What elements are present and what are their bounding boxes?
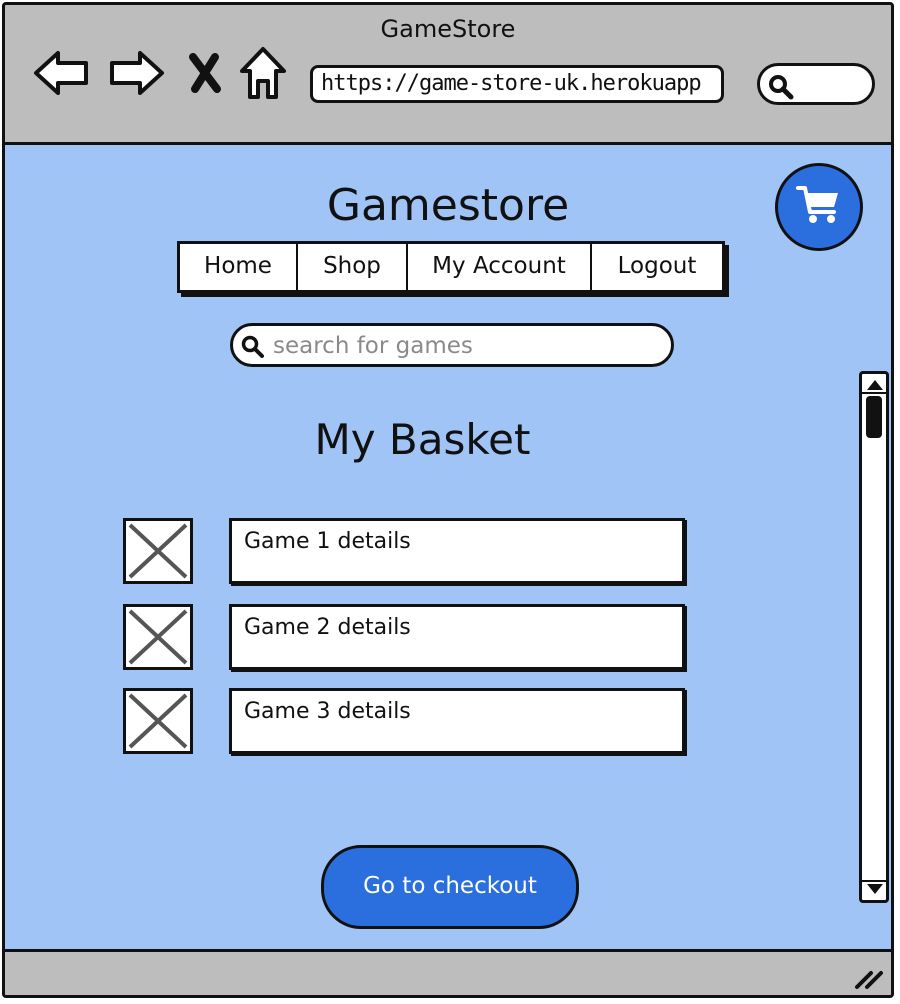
scrollbar-divider — [862, 880, 886, 882]
page-content: Gamestore Home Shop My Account Logout se… — [5, 145, 891, 949]
remove-item-button[interactable] — [123, 688, 193, 754]
basket-item-details: Game 1 details — [229, 518, 685, 584]
basket-item-details: Game 3 details — [229, 688, 685, 754]
nav-item-home[interactable]: Home — [180, 244, 298, 290]
nav-item-my-account[interactable]: My Account — [408, 244, 592, 290]
basket-item: Game 1 details — [123, 518, 685, 586]
scrollbar-divider — [862, 392, 886, 394]
browser-statusbar — [5, 949, 891, 995]
forward-button[interactable] — [107, 45, 167, 105]
scrollbar[interactable] — [859, 371, 889, 903]
remove-item-button[interactable] — [123, 518, 193, 584]
home-button[interactable] — [233, 45, 293, 105]
window-title: GameStore — [380, 15, 516, 43]
remove-icon — [126, 693, 190, 755]
remove-item-button[interactable] — [123, 604, 193, 670]
scroll-thumb[interactable] — [866, 396, 882, 438]
cart-button[interactable] — [775, 163, 863, 251]
home-icon — [238, 45, 288, 105]
scroll-down-icon[interactable] — [867, 884, 883, 894]
main-nav: Home Shop My Account Logout — [177, 241, 725, 293]
remove-icon — [126, 523, 190, 585]
remove-icon — [126, 609, 190, 671]
cart-icon — [796, 184, 842, 230]
browser-search-box[interactable] — [757, 63, 875, 105]
stop-button[interactable] — [175, 45, 235, 105]
close-icon — [185, 51, 225, 99]
basket-item: Game 3 details — [123, 688, 685, 756]
browser-titlebar: GameStore https://game-store-uk.herokuap… — [5, 5, 891, 145]
site-title: Gamestore — [326, 180, 570, 231]
back-button[interactable] — [31, 45, 91, 105]
back-arrow-icon — [32, 48, 90, 102]
page-title: My Basket — [314, 415, 531, 464]
browser-window: GameStore https://game-store-uk.herokuap… — [2, 2, 894, 998]
site-search-bar — [230, 323, 674, 367]
search-input[interactable] — [271, 330, 665, 362]
scroll-up-icon[interactable] — [867, 380, 883, 390]
forward-arrow-icon — [108, 48, 166, 102]
basket-item-details: Game 2 details — [229, 604, 685, 670]
nav-item-logout[interactable]: Logout — [592, 244, 722, 290]
checkout-button[interactable]: Go to checkout — [321, 845, 579, 929]
basket-item: Game 2 details — [123, 604, 685, 672]
nav-item-shop[interactable]: Shop — [298, 244, 408, 290]
address-bar[interactable]: https://game-store-uk.herokuapp — [310, 65, 724, 103]
search-icon — [241, 335, 265, 363]
search-icon — [768, 74, 794, 104]
resize-grip-icon[interactable] — [853, 965, 885, 995]
